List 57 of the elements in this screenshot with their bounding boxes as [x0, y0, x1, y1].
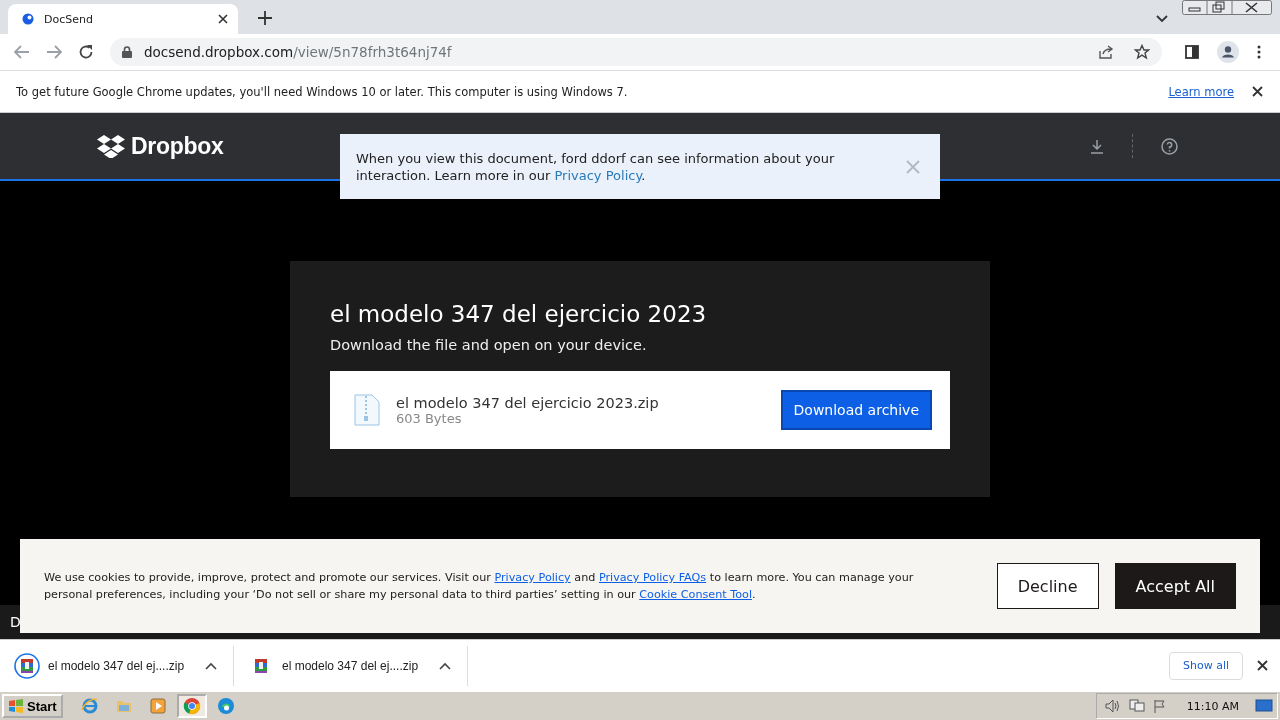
media-player-icon — [148, 697, 167, 715]
dropbox-logo-icon — [97, 134, 125, 158]
forward-icon[interactable] — [46, 45, 62, 59]
download-item[interactable]: el modelo 347 del ej....zip — [0, 645, 234, 686]
clock: 11:10 AM — [1186, 699, 1239, 713]
card-subtitle: Download the file and open on your device. — [330, 337, 648, 353]
document-title: el modelo 347 del ejercicio 2023 — [330, 301, 708, 327]
browser-tab[interactable]: DocSend — [8, 4, 238, 34]
address-bar[interactable]: docsend.dropbox.com/view/5n78frh3t64nj74f — [110, 38, 1162, 66]
accept-button[interactable]: Accept All — [1114, 563, 1236, 609]
infobar-message: To get future Google Chrome updates, you'll need Windows 10 or later. This computer is using Windows 7. — [16, 84, 628, 99]
file-name: el modelo 347 del ejercicio 2023.zip — [396, 394, 659, 411]
close-icon[interactable] — [1252, 86, 1263, 97]
decline-button[interactable]: Decline — [996, 563, 1099, 609]
learn-more-link[interactable]: Learn more — [1168, 84, 1234, 99]
cookie-link[interactable]: Cookie Consent Tool — [639, 588, 752, 601]
tab-title: DocSend — [44, 12, 94, 26]
help-icon[interactable] — [1161, 137, 1178, 155]
profile-icon[interactable] — [1217, 41, 1239, 63]
side-panel-icon[interactable] — [1185, 45, 1199, 59]
chevron-up-icon[interactable] — [205, 661, 217, 670]
taskbar-app[interactable] — [176, 694, 207, 718]
dropdown-icon[interactable] — [1156, 15, 1168, 23]
zip-file-icon — [354, 394, 380, 426]
notice-message: When you view this document, ford ddorf can see information about your interaction. Learn more in our Privacy Policy. — [356, 149, 836, 184]
start-button[interactable]: Start — [2, 694, 63, 718]
footer-text: D — [10, 614, 21, 630]
lock-icon — [122, 46, 132, 58]
window-controls-icon[interactable] — [1182, 0, 1272, 15]
download-item[interactable]: el modelo 347 del ej....zip — [234, 645, 468, 686]
url-text: docsend.dropbox.com/view/5n78frh3t64nj74f — [144, 44, 452, 60]
close-icon[interactable] — [1257, 660, 1268, 671]
download-archive-button[interactable]: Download archive — [782, 392, 930, 428]
show-all-button[interactable]: Show all — [1168, 651, 1243, 680]
speaker-icon[interactable] — [1104, 699, 1121, 713]
cookie-message: We use cookies to provide, improve, protect and promote our services. Visit our Privacy Policy and Privacy Policy FAQs to learn more. You can manage your personal preferences, including your ‘Do not sell or share my personal data to third parties’ setting in our Cookie Consent Tool. — [44, 570, 915, 603]
menu-icon[interactable] — [1257, 45, 1261, 59]
network-icon[interactable] — [1128, 699, 1145, 713]
new-tab-icon[interactable] — [258, 11, 272, 25]
chrome-icon — [182, 697, 201, 715]
show-desktop-icon[interactable] — [1255, 699, 1273, 713]
dropbox-wordmark: Dropbox — [131, 132, 224, 160]
chevron-up-icon[interactable] — [439, 661, 451, 670]
star-icon[interactable] — [1134, 44, 1150, 60]
edge-icon — [216, 697, 235, 715]
cookie-link[interactable]: Privacy Policy — [494, 571, 571, 584]
browser-icon — [80, 697, 99, 715]
download-icon[interactable] — [1090, 138, 1104, 154]
file-size: 603 Bytes — [396, 410, 463, 426]
docsend-logo-icon — [22, 13, 34, 25]
close-icon[interactable] — [218, 14, 228, 24]
back-icon[interactable] — [14, 45, 30, 59]
flag-icon[interactable] — [1152, 699, 1167, 713]
reload-icon[interactable] — [78, 44, 94, 60]
share-icon[interactable] — [1098, 44, 1114, 60]
cookie-link[interactable]: Privacy Policy FAQs — [598, 571, 707, 584]
windows-logo-icon — [8, 699, 24, 713]
